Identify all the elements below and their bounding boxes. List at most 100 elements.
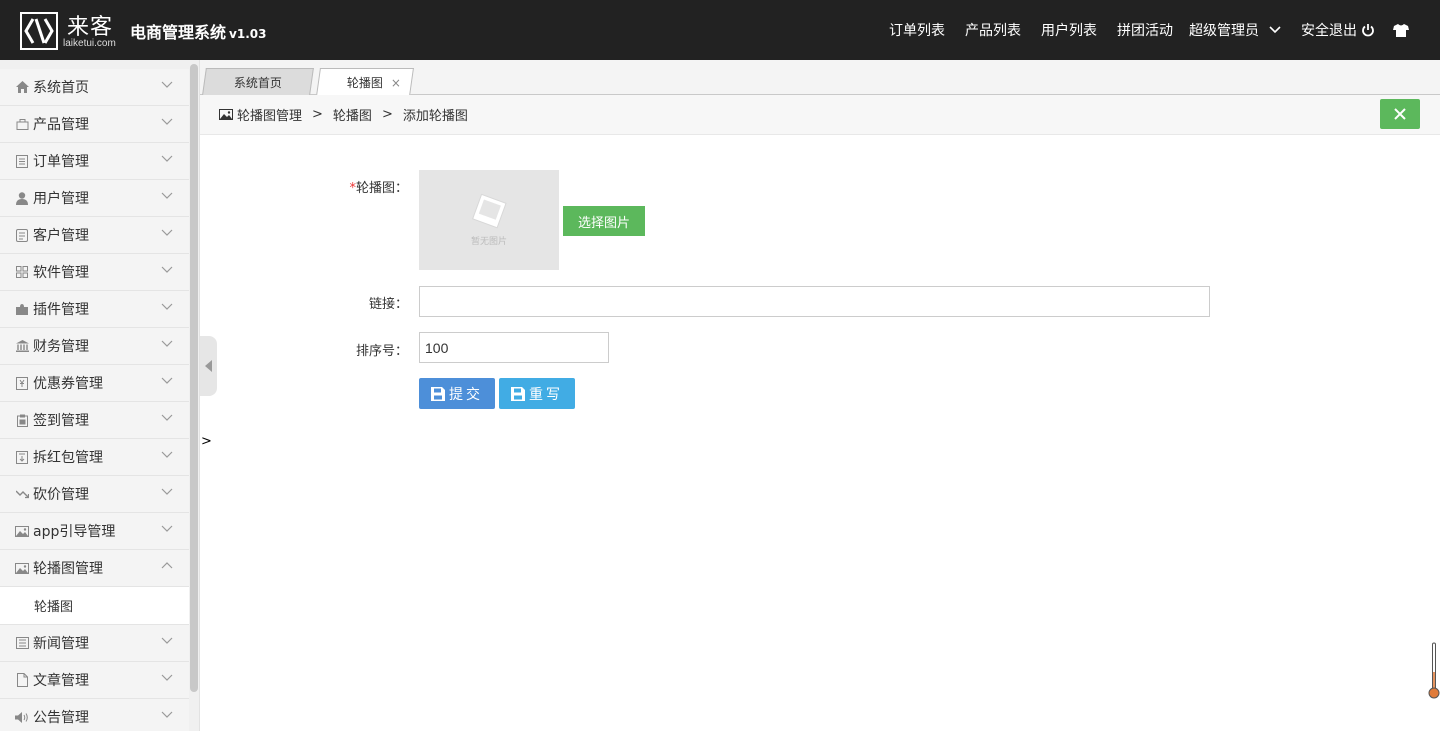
trend-icon (15, 487, 29, 501)
image-icon (15, 561, 29, 575)
image-label-text: 轮播图： (355, 181, 408, 196)
file-icon (15, 673, 29, 687)
chevron-down-icon (161, 674, 173, 681)
reset-button[interactable]: 重写 (499, 378, 575, 409)
chevron-down-icon (161, 525, 173, 532)
sidebar-item-label: 用户管理 (33, 191, 89, 207)
tab-home[interactable]: 系统首页 (202, 68, 314, 95)
sidebar-item-carousel[interactable]: 轮播图管理 (0, 550, 189, 587)
link-label: 链接： (368, 297, 408, 312)
sidebar-item-label: 优惠券管理 (33, 376, 103, 392)
sidebar-item-label: 拆红包管理 (33, 450, 103, 466)
admin-menu[interactable]: 超级管理员 (1189, 20, 1281, 40)
user-icon (15, 191, 29, 205)
chevron-down-icon (1269, 26, 1281, 34)
sort-label: 排序号： (355, 344, 408, 359)
chevron-down-icon (161, 377, 173, 384)
sidebar-item-bargain[interactable]: 砍价管理 (0, 476, 189, 513)
chevron-down-icon (161, 637, 173, 644)
tab-carousel[interactable]: 轮播图 × (316, 68, 414, 96)
link-input[interactable] (419, 286, 1210, 317)
nav-order-list[interactable]: 订单列表 (889, 20, 945, 40)
chevron-down-icon (161, 451, 173, 458)
thermometer-scroll-icon[interactable] (1428, 642, 1440, 700)
power-icon (1362, 24, 1374, 37)
sidebar-item-users[interactable]: 用户管理 (0, 180, 189, 217)
sidebar-item-label: app引导管理 (33, 524, 116, 540)
sidebar-item-customers[interactable]: 客户管理 (0, 217, 189, 254)
bank-icon (15, 339, 29, 353)
sidebar-item-coupons[interactable]: 优惠券管理 (0, 365, 189, 402)
choose-image-button[interactable]: 选择图片 (563, 206, 645, 236)
chevron-down-icon (161, 340, 173, 347)
no-image-text: 暂无图片 (470, 237, 507, 247)
breadcrumb-separator: > (381, 107, 393, 122)
submit-button[interactable]: 提交 (419, 378, 495, 409)
sidebar-scrollbar[interactable] (190, 64, 198, 692)
clipboard-icon (15, 413, 29, 427)
sidebar-item-plugins[interactable]: 插件管理 (0, 291, 189, 328)
logout-button[interactable]: 安全退出 (1301, 20, 1375, 40)
chevron-down-icon (161, 155, 173, 162)
sidebar-item-label: 文章管理 (33, 673, 89, 689)
sidebar-collapse-handle[interactable] (200, 336, 217, 396)
sidebar-item-label: 公告管理 (33, 710, 89, 726)
logo[interactable]: 来客 laiketui.com (20, 10, 120, 50)
sidebar-item-news[interactable]: 新闻管理 (0, 625, 189, 662)
breadcrumb-middle[interactable]: 轮播图 (333, 105, 372, 124)
grid-icon (15, 265, 29, 279)
chevron-down-icon (161, 81, 173, 88)
sidebar-item-checkin[interactable]: 签到管理 (0, 402, 189, 439)
nav-user-list[interactable]: 用户列表 (1041, 20, 1097, 40)
home-icon (15, 80, 29, 94)
submit-label: 提交 (449, 386, 483, 403)
sidebar-item-label: 客户管理 (33, 228, 89, 244)
breadcrumb-current: 添加轮播图 (402, 109, 468, 124)
chevron-down-icon (161, 711, 173, 718)
tab-close-icon[interactable]: × (391, 76, 401, 90)
sidebar-item-articles[interactable]: 文章管理 (0, 662, 189, 699)
sidebar-item-label: 产品管理 (33, 117, 89, 133)
sidebar-item-label: 轮播图管理 (33, 561, 103, 577)
sort-input[interactable]: 100 (419, 332, 609, 363)
breadcrumb-root[interactable]: 轮播图管理 (237, 105, 302, 124)
logo-text: 来客 (67, 15, 114, 40)
theme-shirt-icon[interactable] (1393, 23, 1409, 37)
logout-label: 安全退出 (1301, 23, 1357, 39)
top-nav: 订单列表 产品列表 用户列表 拼团活动 超级管理员 安全退出 (869, 0, 1440, 60)
chevron-left-icon (205, 360, 212, 372)
nav-product-list[interactable]: 产品列表 (965, 20, 1021, 40)
close-button[interactable] (1380, 99, 1420, 129)
coupon-icon (15, 376, 29, 390)
image-field-label: *轮播图： (288, 177, 408, 196)
no-image-icon (472, 193, 507, 229)
logo-mark (20, 12, 58, 50)
sidebar-item-notices[interactable]: 公告管理 (0, 699, 189, 731)
sidebar-item-redpacket[interactable]: 拆红包管理 (0, 439, 189, 476)
sidebar-item-home[interactable]: 系统首页 (0, 69, 189, 106)
system-title: 电商管理系统 v1.03 (130, 19, 266, 43)
sidebar-item-app-guide[interactable]: app引导管理 (0, 513, 189, 550)
list-icon (15, 154, 29, 168)
sidebar-item-label: 系统首页 (33, 80, 89, 96)
news-icon (15, 636, 29, 650)
sidebar-item-label: 砍价管理 (33, 487, 89, 503)
stray-text: > (201, 434, 212, 449)
sidebar-item-label: 签到管理 (33, 413, 89, 429)
breadcrumb: 轮播图管理 > 轮播图 > 添加轮播图 (200, 95, 1440, 135)
sidebar-item-software[interactable]: 软件管理 (0, 254, 189, 291)
system-version: v1.03 (229, 27, 267, 41)
chevron-down-icon (161, 303, 173, 310)
reset-label: 重写 (529, 386, 563, 403)
sidebar-item-products[interactable]: 产品管理 (0, 106, 189, 143)
sidebar-item-label: 财务管理 (33, 339, 89, 355)
tab-home-label: 系统首页 (233, 75, 282, 90)
sidebar-item-orders[interactable]: 订单管理 (0, 143, 189, 180)
close-icon (1394, 108, 1406, 120)
sidebar-item-finance[interactable]: 财务管理 (0, 328, 189, 365)
sidebar-item-label: 插件管理 (33, 302, 89, 318)
tab-bar: 系统首页 轮播图 × (200, 60, 1440, 96)
sidebar-subitem-carousel[interactable]: 轮播图 (0, 587, 189, 625)
save-icon (431, 386, 445, 401)
nav-group-buy[interactable]: 拼团活动 (1117, 20, 1173, 40)
